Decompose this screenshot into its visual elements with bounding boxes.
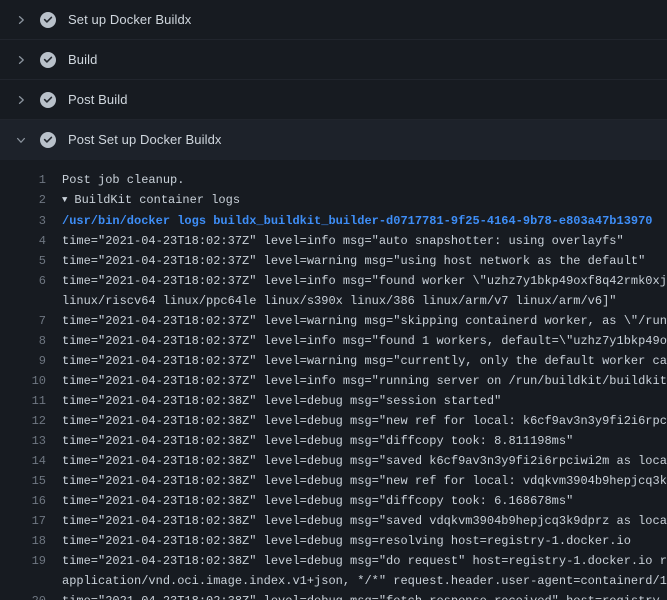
line-number[interactable]: 9 (0, 351, 46, 371)
log-text: application/vnd.oci.image.index.v1+json,… (46, 571, 667, 591)
line-number[interactable]: 15 (0, 471, 46, 491)
log-text: time="2021-04-23T18:02:38Z" level=debug … (46, 471, 667, 491)
check-circle-icon (40, 92, 56, 108)
log-row: 20time="2021-04-23T18:02:38Z" level=debu… (0, 591, 667, 600)
log-text: time="2021-04-23T18:02:37Z" level=info m… (46, 331, 667, 351)
log-row: 19time="2021-04-23T18:02:38Z" level=debu… (0, 551, 667, 571)
line-number (0, 291, 46, 311)
log-text: time="2021-04-23T18:02:37Z" level=warnin… (46, 351, 667, 371)
line-number[interactable]: 6 (0, 271, 46, 291)
group-expanded-triangle-icon[interactable]: ▼ (62, 190, 67, 210)
step-label: Post Set up Docker Buildx (68, 132, 222, 147)
step-label: Post Build (68, 92, 128, 107)
log-row: 15time="2021-04-23T18:02:38Z" level=debu… (0, 471, 667, 491)
log-text: time="2021-04-23T18:02:38Z" level=debug … (46, 491, 667, 511)
log-row: 5time="2021-04-23T18:02:37Z" level=warni… (0, 251, 667, 271)
log-row: linux/riscv64 linux/ppc64le linux/s390x … (0, 291, 667, 311)
step-header-build[interactable]: Build (0, 40, 667, 80)
line-number[interactable]: 4 (0, 231, 46, 251)
log-text: time="2021-04-23T18:02:37Z" level=warnin… (46, 251, 667, 271)
log-row: 11time="2021-04-23T18:02:38Z" level=debu… (0, 391, 667, 411)
check-circle-icon (40, 132, 56, 148)
log-text: time="2021-04-23T18:02:38Z" level=debug … (46, 591, 667, 600)
line-number[interactable]: 16 (0, 491, 46, 511)
line-number[interactable]: 20 (0, 591, 46, 600)
log-text: time="2021-04-23T18:02:37Z" level=info m… (46, 231, 667, 251)
chevron-right-icon[interactable] (12, 92, 30, 108)
line-number[interactable]: 10 (0, 371, 46, 391)
line-number[interactable]: 18 (0, 531, 46, 551)
log-text: time="2021-04-23T18:02:38Z" level=debug … (46, 531, 667, 551)
log-row: 12time="2021-04-23T18:02:38Z" level=debu… (0, 411, 667, 431)
log-lines: 1Post job cleanup.2▼BuildKit container l… (0, 160, 667, 600)
log-text: time="2021-04-23T18:02:38Z" level=debug … (46, 431, 667, 451)
log-row: 13time="2021-04-23T18:02:38Z" level=debu… (0, 431, 667, 451)
log-row: 14time="2021-04-23T18:02:38Z" level=debu… (0, 451, 667, 471)
line-number[interactable]: 1 (0, 170, 46, 190)
chevron-down-icon[interactable] (12, 132, 30, 148)
log-command-text: /usr/bin/docker logs buildx_buildkit_bui… (46, 211, 667, 231)
log-row: 8time="2021-04-23T18:02:37Z" level=info … (0, 331, 667, 351)
log-row: 4time="2021-04-23T18:02:37Z" level=info … (0, 231, 667, 251)
log-row: application/vnd.oci.image.index.v1+json,… (0, 571, 667, 591)
log-row: 1Post job cleanup. (0, 170, 667, 190)
step-header-post-build[interactable]: Post Build (0, 80, 667, 120)
line-number (0, 571, 46, 591)
log-row: 9time="2021-04-23T18:02:37Z" level=warni… (0, 351, 667, 371)
step-label: Build (68, 52, 97, 67)
step-header-set-up-docker-buildx[interactable]: Set up Docker Buildx (0, 0, 667, 40)
log-row: 17time="2021-04-23T18:02:38Z" level=debu… (0, 511, 667, 531)
chevron-right-icon[interactable] (12, 12, 30, 28)
log-text: time="2021-04-23T18:02:38Z" level=debug … (46, 551, 667, 571)
line-number[interactable]: 3 (0, 211, 46, 231)
log-text: time="2021-04-23T18:02:38Z" level=debug … (46, 511, 667, 531)
log-text: Post job cleanup. (46, 170, 667, 190)
log-row: 16time="2021-04-23T18:02:38Z" level=debu… (0, 491, 667, 511)
log-text: time="2021-04-23T18:02:38Z" level=debug … (46, 411, 667, 431)
log-text: time="2021-04-23T18:02:37Z" level=warnin… (46, 311, 667, 331)
log-text: time="2021-04-23T18:02:38Z" level=debug … (46, 451, 667, 471)
line-number[interactable]: 5 (0, 251, 46, 271)
line-number[interactable]: 14 (0, 451, 46, 471)
check-circle-icon (40, 12, 56, 28)
line-number[interactable]: 11 (0, 391, 46, 411)
chevron-right-icon[interactable] (12, 52, 30, 68)
log-row: 6time="2021-04-23T18:02:37Z" level=info … (0, 271, 667, 291)
line-number[interactable]: 8 (0, 331, 46, 351)
log-text[interactable]: ▼BuildKit container logs (46, 190, 667, 211)
check-circle-icon (40, 52, 56, 68)
step-label: Set up Docker Buildx (68, 12, 191, 27)
log-text: time="2021-04-23T18:02:37Z" level=info m… (46, 271, 667, 291)
log-row: 3/usr/bin/docker logs buildx_buildkit_bu… (0, 211, 667, 231)
line-number[interactable]: 19 (0, 551, 46, 571)
line-number[interactable]: 2 (0, 190, 46, 211)
line-number[interactable]: 12 (0, 411, 46, 431)
line-number[interactable]: 13 (0, 431, 46, 451)
log-row: 2▼BuildKit container logs (0, 190, 667, 211)
line-number[interactable]: 17 (0, 511, 46, 531)
log-text: time="2021-04-23T18:02:37Z" level=info m… (46, 371, 667, 391)
log-row: 7time="2021-04-23T18:02:37Z" level=warni… (0, 311, 667, 331)
actions-log-viewer: Set up Docker Buildx Build Post Build Po… (0, 0, 667, 600)
log-row: 18time="2021-04-23T18:02:38Z" level=debu… (0, 531, 667, 551)
line-number[interactable]: 7 (0, 311, 46, 331)
step-header-post-set-up-docker-buildx[interactable]: Post Set up Docker Buildx (0, 120, 667, 160)
log-text: linux/riscv64 linux/ppc64le linux/s390x … (46, 291, 667, 311)
log-row: 10time="2021-04-23T18:02:37Z" level=info… (0, 371, 667, 391)
log-text: time="2021-04-23T18:02:38Z" level=debug … (46, 391, 667, 411)
